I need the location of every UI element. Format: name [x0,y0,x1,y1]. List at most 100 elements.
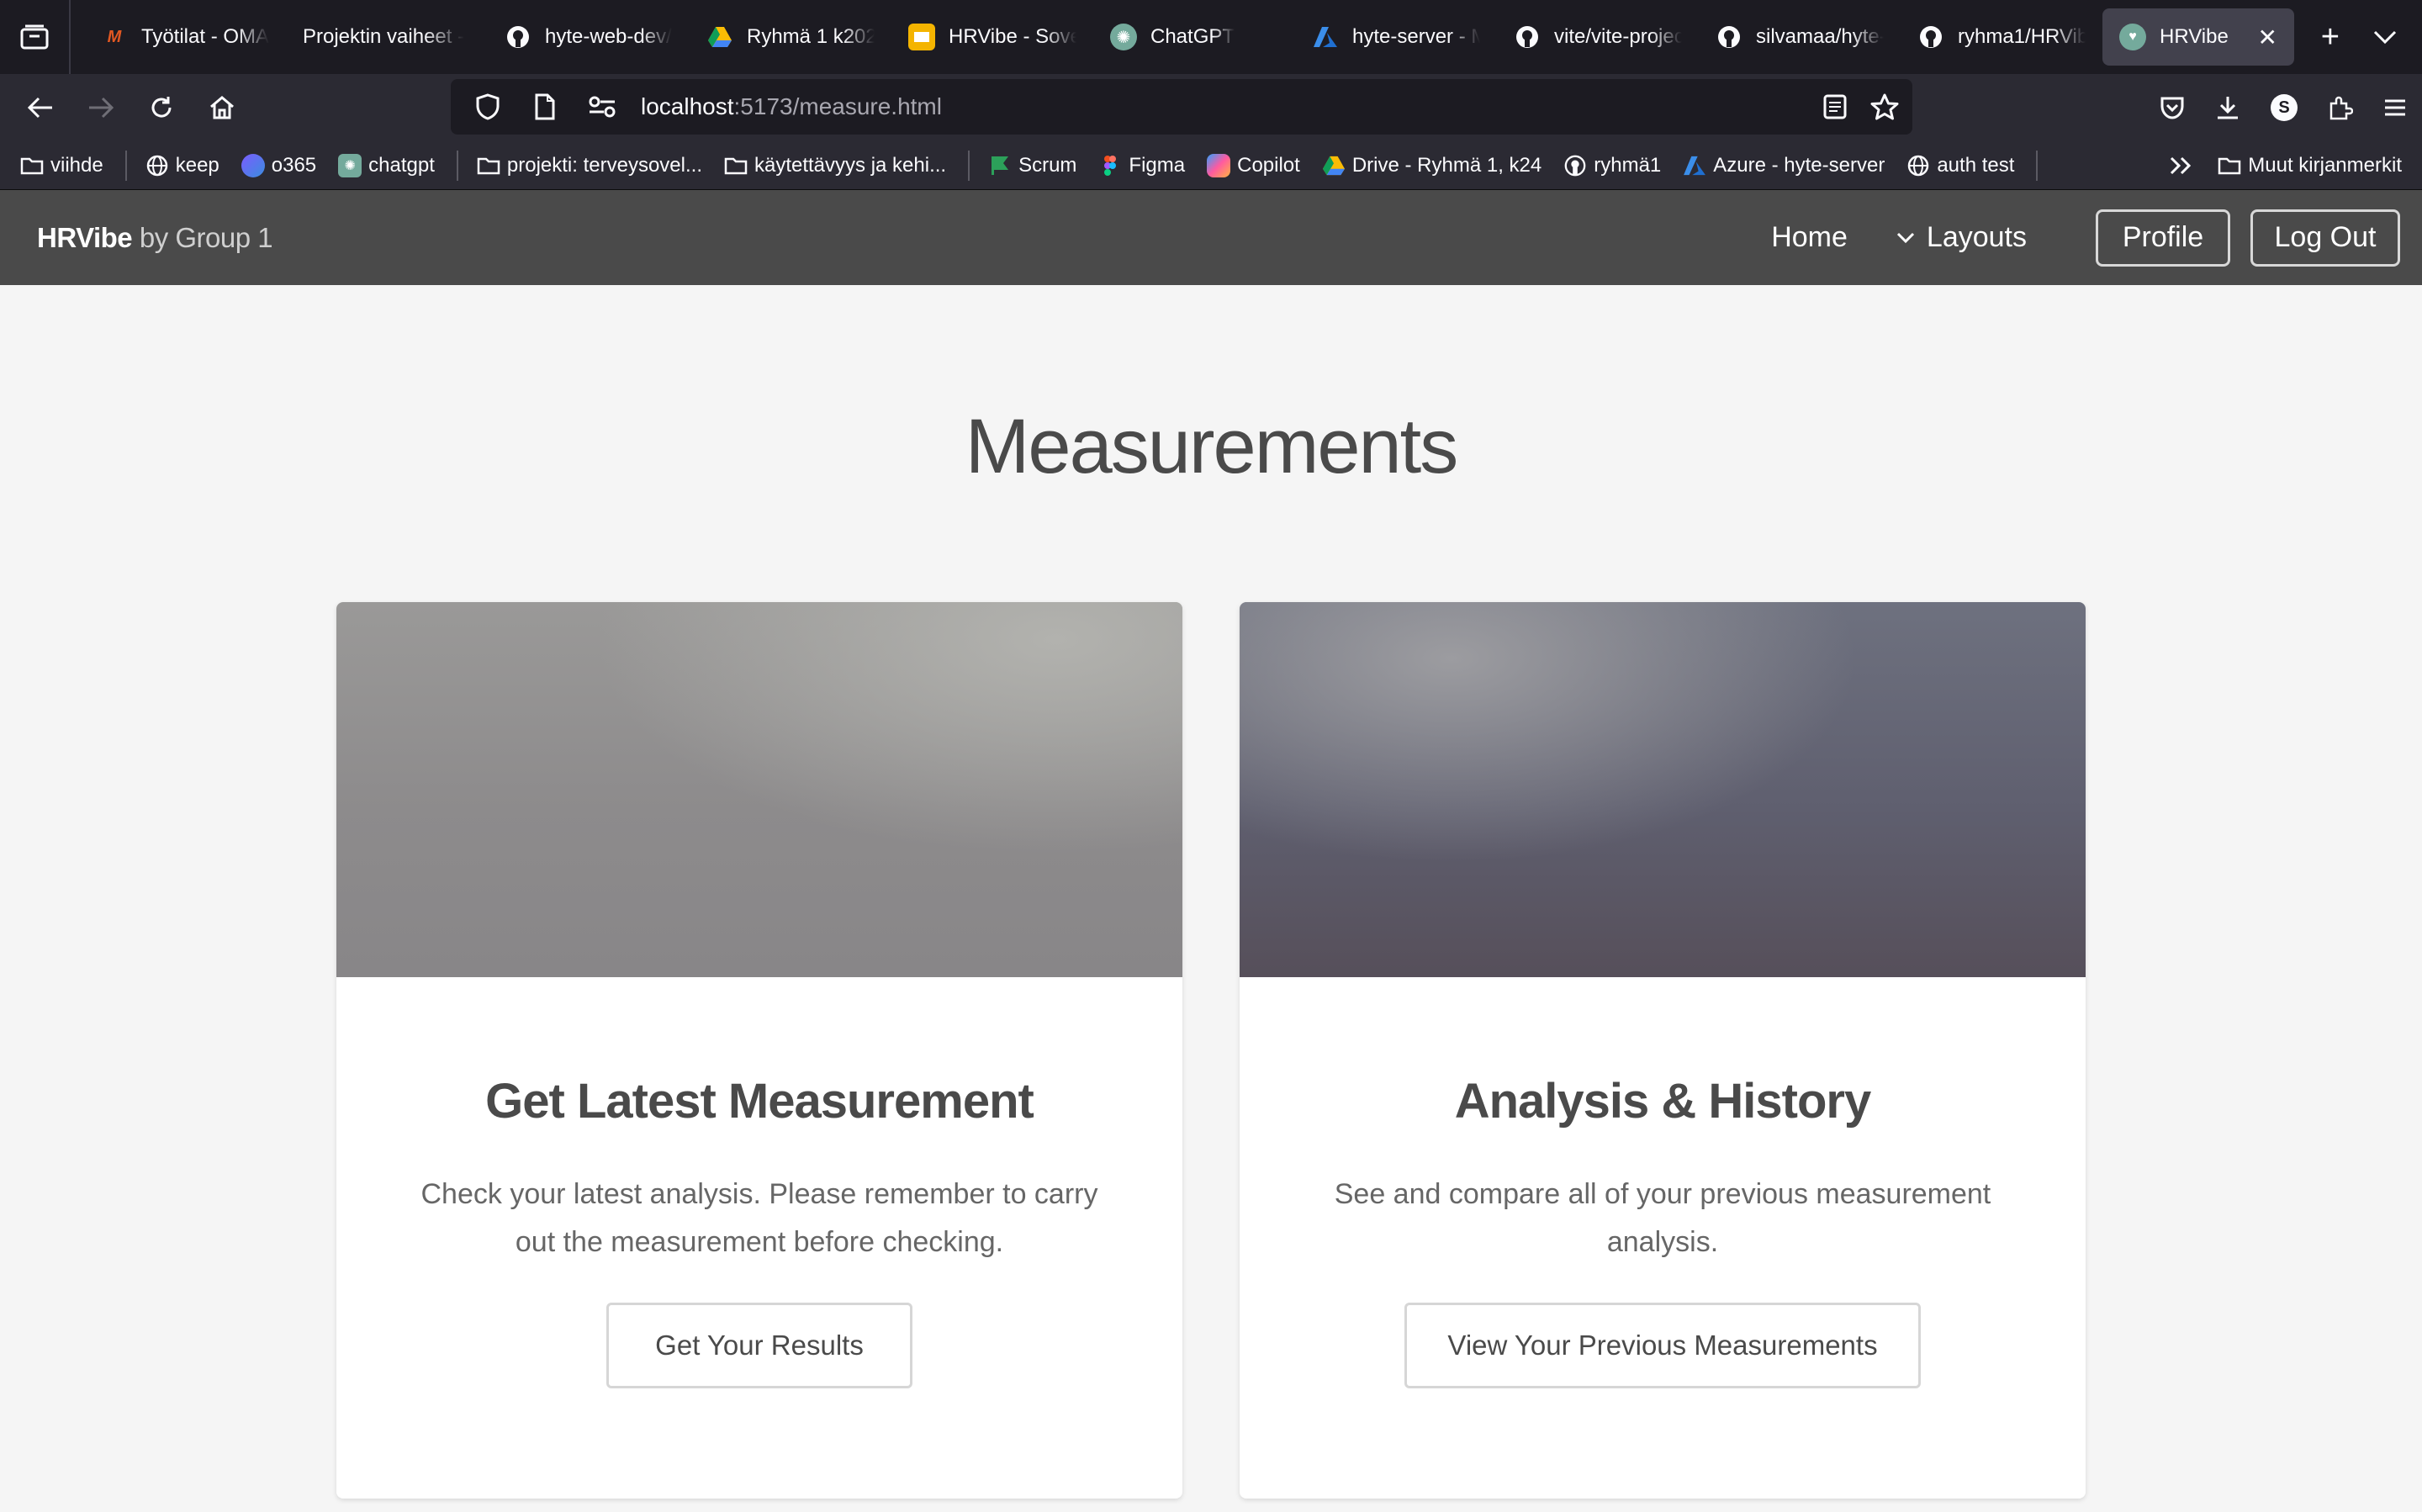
globe-icon [1906,154,1930,177]
bookmark-other-folder[interactable]: Muut kirjanmerkit [2218,154,2402,177]
app-menu-icon[interactable] [2383,98,2407,118]
azure-icon [1312,24,1339,50]
pocket-icon[interactable] [2160,96,2185,119]
home-button[interactable] [192,77,252,138]
tab-hrvibe-slides[interactable]: HRVibe - Sove [891,8,1093,66]
bookmark-viihde[interactable]: viihde [20,154,103,177]
bookmark-drive[interactable]: Drive - Ryhmä 1, k24 [1322,154,1542,177]
bookmark-label: Azure - hyte-server [1713,153,1885,177]
tab-vite[interactable]: vite/vite-projec [1497,8,1699,66]
card-title: Analysis & History [1454,1074,1872,1129]
azure-icon [1683,154,1706,177]
account-avatar[interactable]: S [2271,94,2298,121]
bookmark-label: Copilot [1237,153,1300,177]
tab-overview-button[interactable] [0,0,71,74]
tab-hyte-server[interactable]: hyte-server - M [1295,8,1497,66]
tab-silvamaa[interactable]: silvamaa/hyte- [1699,8,1901,66]
bookmark-separator [456,150,458,181]
reader-view-icon[interactable] [1823,94,1847,119]
back-button[interactable] [10,77,71,138]
brand-logo[interactable]: HRVibe by Group 1 [37,221,273,254]
bookmark-kaytettavyys[interactable]: käytettävyys ja kehi... [724,154,946,177]
tab-ryhma1-hrvibe[interactable]: ryhma1/HRVibe [1901,8,2102,66]
tab-chatgpt[interactable]: ✺ ChatGPT [1093,8,1295,66]
nav-layouts-label: Layouts [1926,221,2027,253]
bookmark-keep[interactable]: keep [145,154,219,177]
toolbar-right: S [2160,74,2407,141]
bookmark-label: käytettävyys ja kehi... [754,153,947,177]
url-bar[interactable]: localhost:5173/measure.html [451,79,1912,135]
copilot-icon [1207,153,1231,177]
tab-label: Projektin vaiheet - [303,25,465,48]
tab-tyotilat[interactable]: M Työtilat - OMA [84,8,286,66]
card-description: See and compare all of your previous mea… [1334,1178,1991,1258]
new-tab-icon[interactable]: + [2321,19,2340,56]
tab-label: hyte-web-dev/ [545,25,672,48]
brand-name: HRVibe [37,221,133,253]
list-all-tabs-icon[interactable] [2373,29,2397,45]
bookmark-scrum[interactable]: Scrum [988,154,1076,177]
main-content: Measurements Get Latest Measurement Chec… [0,285,2422,1512]
tab-label: hyte-server - M [1352,25,1480,48]
card-image [336,602,1182,977]
bookmark-copilot[interactable]: Copilot [1207,153,1300,177]
oma-icon: M [107,27,122,46]
url-text[interactable]: localhost:5173/measure.html [641,93,942,120]
tab-label: ryhma1/HRVibe [1958,25,2086,48]
extensions-icon[interactable] [2328,95,2353,120]
figma-icon [1098,154,1122,177]
analysis-history-card: Analysis & History See and compare all o… [1240,602,2086,1499]
bookmark-o365[interactable]: o365 [241,153,317,177]
brand-suffix: by Group 1 [132,221,273,253]
browser-tab-bar: M Työtilat - OMA Projektin vaiheet - hyt… [0,0,2422,74]
bookmark-label: chatgpt [368,153,435,177]
forward-button[interactable] [71,77,131,138]
tab-ryhma1[interactable]: Ryhmä 1 k202 [690,8,891,66]
bookmark-label: viihde [50,153,103,177]
tab-hyte-web-dev[interactable]: hyte-web-dev/ [488,8,690,66]
chevron-down-icon [1896,232,1914,243]
bookmark-separator [2036,150,2039,181]
bookmark-ryhma1[interactable]: ryhmä1 [1563,154,1661,177]
close-tab-icon[interactable]: ✕ [2258,24,2277,51]
bookmark-azure[interactable]: Azure - hyte-server [1683,154,1885,177]
get-results-button[interactable]: Get Your Results [606,1303,912,1388]
forward-arrow-icon [89,97,114,119]
nav-layouts-dropdown[interactable]: Layouts [1896,221,2027,254]
bookmark-figma[interactable]: Figma [1098,154,1185,177]
tracking-protection-icon[interactable] [469,88,506,125]
tab-hrvibe-active[interactable]: ♥ HRVibe ✕ [2102,8,2294,66]
url-host: localhost [641,93,734,119]
tab-label: Ryhmä 1 k202 [747,25,875,48]
tab-label: ChatGPT [1150,25,1235,48]
scrum-icon [988,154,1012,177]
github-icon [505,24,531,50]
home-icon [210,96,234,119]
bookmark-label: o365 [271,153,317,177]
tab-projektin-vaiheet[interactable]: Projektin vaiheet - [286,8,488,66]
tab-actions: + [2321,19,2422,56]
back-arrow-icon [27,97,52,119]
nav-home-link[interactable]: Home [1771,221,1848,254]
bookmark-star-icon[interactable] [1870,93,1899,120]
chatgpt-icon: ✺ [1110,24,1137,50]
view-previous-measurements-button[interactable]: View Your Previous Measurements [1404,1303,1921,1388]
folder-icon [2218,154,2241,177]
bookmark-chatgpt[interactable]: ✺ chatgpt [338,153,435,177]
page-info-icon[interactable] [526,88,563,125]
browser-nav-bar: localhost:5173/measure.html S [0,74,2422,141]
tab-label: Työtilat - OMA [141,25,269,48]
tab-strip: M Työtilat - OMA Projektin vaiheet - hyt… [71,0,2321,74]
bookmark-auth-test[interactable]: auth test [1906,154,2014,177]
logout-button[interactable]: Log Out [2250,209,2400,267]
tab-overview-icon [20,24,49,50]
chevron-overflow-icon[interactable] [2169,156,2192,176]
permissions-icon[interactable] [584,88,621,125]
profile-button[interactable]: Profile [2096,209,2230,267]
reload-button[interactable] [131,77,192,138]
github-icon [1563,154,1587,177]
downloads-icon[interactable] [2215,95,2240,120]
bookmark-separator [968,150,970,181]
github-icon [1716,24,1742,50]
bookmark-projekti[interactable]: projekti: terveysovel... [477,154,702,177]
